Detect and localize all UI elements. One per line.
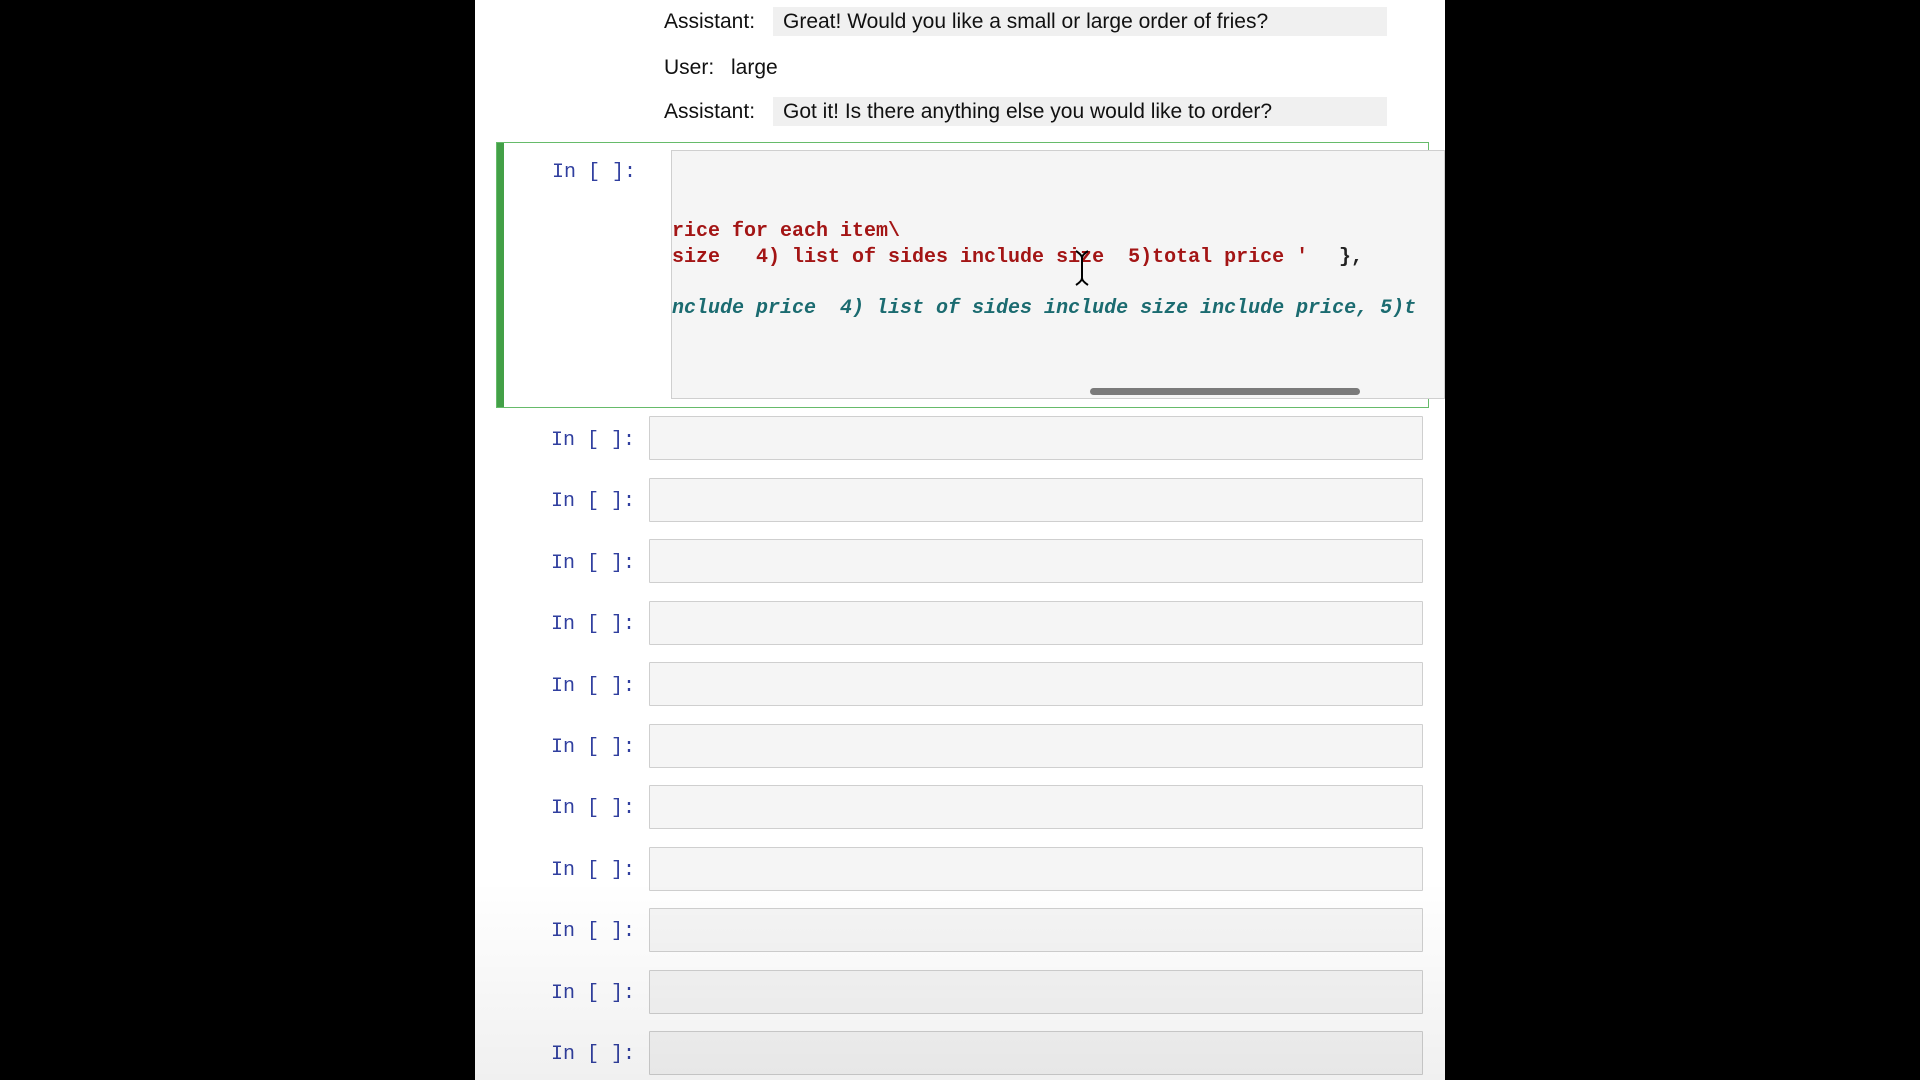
cell-prompt: In [ ]:: [551, 675, 636, 698]
code-line: rice for each item\: [672, 220, 901, 243]
cell-prompt: In [ ]:: [551, 859, 636, 882]
text-cursor-icon: [1075, 250, 1089, 286]
cell-prompt: In [ ]:: [551, 797, 636, 820]
cell-input[interactable]: [649, 539, 1423, 583]
cell-prompt: In [ ]:: [551, 613, 636, 636]
notebook-page: Assistant: Great! Would you like a small…: [475, 0, 1445, 1080]
cell-prompt: In [ ]:: [551, 552, 636, 575]
chat-line: Assistant:: [664, 7, 755, 36]
horizontal-scrollbar[interactable]: [1090, 388, 1360, 395]
cell-input[interactable]: [649, 601, 1423, 645]
active-code-cell[interactable]: In [ ]: rice for each item\ size 4) list…: [496, 142, 1445, 408]
chat-line: Assistant:: [664, 97, 755, 126]
chat-line: User:: [664, 53, 714, 82]
chat-role: Assistant:: [664, 9, 756, 33]
cell-input[interactable]: [649, 970, 1423, 1014]
chat-message: Great! Would you like a small or large o…: [773, 7, 1387, 36]
cell-input[interactable]: [649, 478, 1423, 522]
code-editor[interactable]: rice for each item\ size 4) list of side…: [671, 150, 1445, 399]
cell-prompt: In [ ]:: [551, 490, 636, 513]
cell-prompt: In [ ]:: [551, 1043, 636, 1066]
cell-prompt: In [ ]:: [551, 920, 636, 943]
code-line: size 4) list of sides include size 5)tot…: [672, 246, 1309, 269]
chat-role: Assistant:: [664, 99, 756, 123]
chat-role: User:: [664, 55, 715, 79]
chat-message: large: [731, 56, 778, 79]
cell-prompt: In [ ]:: [551, 429, 636, 452]
cell-prompt: In [ ]:: [552, 161, 637, 184]
code-line: },: [1339, 246, 1364, 269]
cell-input[interactable]: [649, 1031, 1423, 1075]
code-line: nclude price 4) list of sides include si…: [672, 297, 1417, 320]
cell-input[interactable]: [649, 662, 1423, 706]
cell-input[interactable]: [649, 847, 1423, 891]
cell-prompt: In [ ]:: [551, 982, 636, 1005]
cell-input[interactable]: [649, 785, 1423, 829]
cell-input[interactable]: [649, 908, 1423, 952]
cell-input[interactable]: [649, 724, 1423, 768]
cell-prompt: In [ ]:: [551, 736, 636, 759]
cell-selection-bar: [497, 143, 504, 407]
chat-message: Got it! Is there anything else you would…: [773, 97, 1387, 126]
cell-input[interactable]: [649, 416, 1423, 460]
